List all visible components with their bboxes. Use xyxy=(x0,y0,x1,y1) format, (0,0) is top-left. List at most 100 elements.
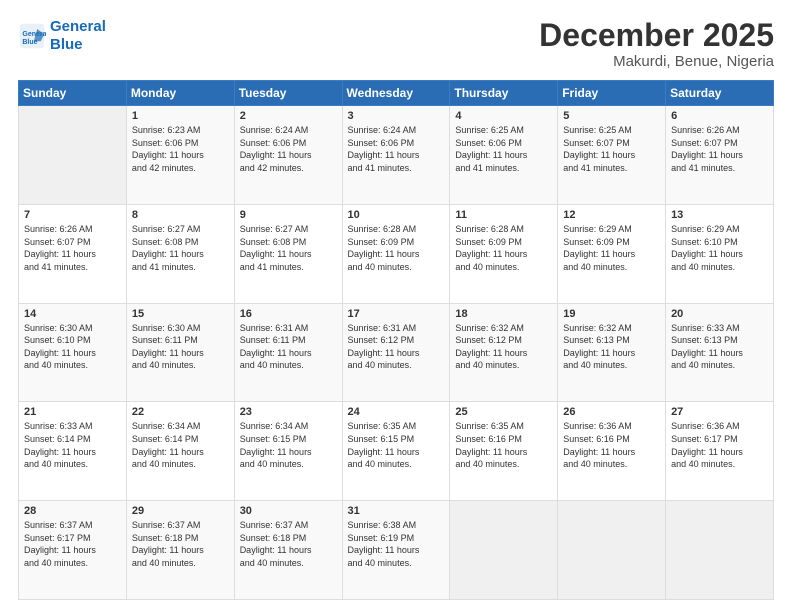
calendar-cell: 7 Sunrise: 6:26 AM Sunset: 6:07 PM Daylig… xyxy=(19,204,127,303)
logo-icon: General Blue xyxy=(18,22,46,50)
day-info: Sunrise: 6:31 AM Sunset: 6:11 PM Dayligh… xyxy=(240,322,337,372)
calendar-week-row: 28Sunrise: 6:37 AM Sunset: 6:17 PM Dayli… xyxy=(19,501,774,600)
day-info: Sunrise: 6:28 AM Sunset: 6:09 PM Dayligh… xyxy=(455,223,552,273)
day-number: 16 xyxy=(240,308,337,320)
day-number: 25 xyxy=(455,406,552,418)
day-number: 6 xyxy=(671,110,768,122)
weekday-header: Thursday xyxy=(450,81,558,106)
day-info: Sunrise: 6:32 AM Sunset: 6:12 PM Dayligh… xyxy=(455,322,552,372)
day-info: Sunrise: 6:28 AM Sunset: 6:09 PM Dayligh… xyxy=(348,223,445,273)
day-info: Sunrise: 6:33 AM Sunset: 6:14 PM Dayligh… xyxy=(24,420,121,470)
calendar-cell: 20 Sunrise: 6:33 AM Sunset: 6:13 PM Dayli… xyxy=(666,303,774,402)
day-number: 19 xyxy=(563,308,660,320)
day-number: 31 xyxy=(348,505,445,517)
calendar-cell: 5 Sunrise: 6:25 AM Sunset: 6:07 PM Daylig… xyxy=(558,106,666,205)
calendar-cell: 6 Sunrise: 6:26 AM Sunset: 6:07 PM Daylig… xyxy=(666,106,774,205)
day-info: Sunrise: 6:26 AM Sunset: 6:07 PM Dayligh… xyxy=(24,223,121,273)
day-number: 26 xyxy=(563,406,660,418)
calendar-cell: 25Sunrise: 6:35 AM Sunset: 6:16 PM Dayli… xyxy=(450,402,558,501)
calendar-cell: 12 Sunrise: 6:29 AM Sunset: 6:09 PM Dayli… xyxy=(558,204,666,303)
weekday-header: Friday xyxy=(558,81,666,106)
header: General Blue General Blue December 2025 … xyxy=(18,18,774,70)
day-number: 22 xyxy=(132,406,229,418)
day-info: Sunrise: 6:34 AM Sunset: 6:14 PM Dayligh… xyxy=(132,420,229,470)
day-number: 17 xyxy=(348,308,445,320)
day-number: 8 xyxy=(132,209,229,221)
calendar-cell: 29Sunrise: 6:37 AM Sunset: 6:18 PM Dayli… xyxy=(126,501,234,600)
day-info: Sunrise: 6:29 AM Sunset: 6:09 PM Dayligh… xyxy=(563,223,660,273)
weekday-header: Saturday xyxy=(666,81,774,106)
day-number: 10 xyxy=(348,209,445,221)
day-info: Sunrise: 6:34 AM Sunset: 6:15 PM Dayligh… xyxy=(240,420,337,470)
weekday-header: Monday xyxy=(126,81,234,106)
day-info: Sunrise: 6:37 AM Sunset: 6:18 PM Dayligh… xyxy=(240,519,337,569)
day-number: 7 xyxy=(24,209,121,221)
day-number: 29 xyxy=(132,505,229,517)
calendar-cell: 18 Sunrise: 6:32 AM Sunset: 6:12 PM Dayli… xyxy=(450,303,558,402)
day-info: Sunrise: 6:33 AM Sunset: 6:13 PM Dayligh… xyxy=(671,322,768,372)
day-number: 1 xyxy=(132,110,229,122)
month-title: December 2025 xyxy=(539,18,774,53)
calendar-cell xyxy=(450,501,558,600)
day-number: 11 xyxy=(455,209,552,221)
calendar-cell: 3Sunrise: 6:24 AM Sunset: 6:06 PM Daylig… xyxy=(342,106,450,205)
calendar-cell: 14Sunrise: 6:30 AM Sunset: 6:10 PM Dayli… xyxy=(19,303,127,402)
calendar-week-row: 14Sunrise: 6:30 AM Sunset: 6:10 PM Dayli… xyxy=(19,303,774,402)
calendar-cell xyxy=(558,501,666,600)
calendar-cell: 30 Sunrise: 6:37 AM Sunset: 6:18 PM Dayli… xyxy=(234,501,342,600)
calendar-cell: 17Sunrise: 6:31 AM Sunset: 6:12 PM Dayli… xyxy=(342,303,450,402)
logo-text: General Blue xyxy=(50,18,106,54)
day-number: 20 xyxy=(671,308,768,320)
weekday-header: Tuesday xyxy=(234,81,342,106)
day-info: Sunrise: 6:26 AM Sunset: 6:07 PM Dayligh… xyxy=(671,124,768,174)
day-info: Sunrise: 6:25 AM Sunset: 6:07 PM Dayligh… xyxy=(563,124,660,174)
calendar-week-row: 7 Sunrise: 6:26 AM Sunset: 6:07 PM Daylig… xyxy=(19,204,774,303)
day-info: Sunrise: 6:29 AM Sunset: 6:10 PM Dayligh… xyxy=(671,223,768,273)
day-info: Sunrise: 6:23 AM Sunset: 6:06 PM Dayligh… xyxy=(132,124,229,174)
day-number: 30 xyxy=(240,505,337,517)
day-number: 18 xyxy=(455,308,552,320)
calendar-cell: 9Sunrise: 6:27 AM Sunset: 6:08 PM Daylig… xyxy=(234,204,342,303)
day-info: Sunrise: 6:27 AM Sunset: 6:08 PM Dayligh… xyxy=(132,223,229,273)
calendar-cell: 22 Sunrise: 6:34 AM Sunset: 6:14 PM Dayli… xyxy=(126,402,234,501)
day-info: Sunrise: 6:24 AM Sunset: 6:06 PM Dayligh… xyxy=(240,124,337,174)
day-info: Sunrise: 6:25 AM Sunset: 6:06 PM Dayligh… xyxy=(455,124,552,174)
day-number: 4 xyxy=(455,110,552,122)
calendar-cell xyxy=(19,106,127,205)
day-info: Sunrise: 6:30 AM Sunset: 6:10 PM Dayligh… xyxy=(24,322,121,372)
location: Makurdi, Benue, Nigeria xyxy=(539,53,774,70)
calendar-cell: 4 Sunrise: 6:25 AM Sunset: 6:06 PM Daylig… xyxy=(450,106,558,205)
title-area: December 2025 Makurdi, Benue, Nigeria xyxy=(539,18,774,70)
calendar-cell: 16 Sunrise: 6:31 AM Sunset: 6:11 PM Dayli… xyxy=(234,303,342,402)
calendar-cell: 11 Sunrise: 6:28 AM Sunset: 6:09 PM Dayli… xyxy=(450,204,558,303)
calendar-cell: 21 Sunrise: 6:33 AM Sunset: 6:14 PM Dayli… xyxy=(19,402,127,501)
calendar-cell: 27 Sunrise: 6:36 AM Sunset: 6:17 PM Dayli… xyxy=(666,402,774,501)
calendar-cell: 28Sunrise: 6:37 AM Sunset: 6:17 PM Dayli… xyxy=(19,501,127,600)
day-info: Sunrise: 6:30 AM Sunset: 6:11 PM Dayligh… xyxy=(132,322,229,372)
calendar-cell: 10 Sunrise: 6:28 AM Sunset: 6:09 PM Dayli… xyxy=(342,204,450,303)
day-number: 5 xyxy=(563,110,660,122)
day-info: Sunrise: 6:24 AM Sunset: 6:06 PM Dayligh… xyxy=(348,124,445,174)
calendar-cell: 13Sunrise: 6:29 AM Sunset: 6:10 PM Dayli… xyxy=(666,204,774,303)
logo-line1: General xyxy=(50,18,106,35)
day-number: 23 xyxy=(240,406,337,418)
calendar-cell: 31Sunrise: 6:38 AM Sunset: 6:19 PM Dayli… xyxy=(342,501,450,600)
day-number: 15 xyxy=(132,308,229,320)
calendar-cell: 2 Sunrise: 6:24 AM Sunset: 6:06 PM Daylig… xyxy=(234,106,342,205)
page: General Blue General Blue December 2025 … xyxy=(0,0,792,612)
day-number: 2 xyxy=(240,110,337,122)
calendar-week-row: 1 Sunrise: 6:23 AM Sunset: 6:06 PM Daylig… xyxy=(19,106,774,205)
day-number: 28 xyxy=(24,505,121,517)
calendar-cell: 1 Sunrise: 6:23 AM Sunset: 6:06 PM Daylig… xyxy=(126,106,234,205)
calendar-cell: 23 Sunrise: 6:34 AM Sunset: 6:15 PM Dayli… xyxy=(234,402,342,501)
calendar-cell: 19Sunrise: 6:32 AM Sunset: 6:13 PM Dayli… xyxy=(558,303,666,402)
day-number: 27 xyxy=(671,406,768,418)
logo: General Blue General Blue xyxy=(18,18,106,54)
day-info: Sunrise: 6:36 AM Sunset: 6:16 PM Dayligh… xyxy=(563,420,660,470)
calendar-table: SundayMondayTuesdayWednesdayThursdayFrid… xyxy=(18,80,774,600)
day-info: Sunrise: 6:36 AM Sunset: 6:17 PM Dayligh… xyxy=(671,420,768,470)
day-number: 21 xyxy=(24,406,121,418)
day-number: 12 xyxy=(563,209,660,221)
calendar-cell: 8 Sunrise: 6:27 AM Sunset: 6:08 PM Daylig… xyxy=(126,204,234,303)
day-info: Sunrise: 6:35 AM Sunset: 6:15 PM Dayligh… xyxy=(348,420,445,470)
